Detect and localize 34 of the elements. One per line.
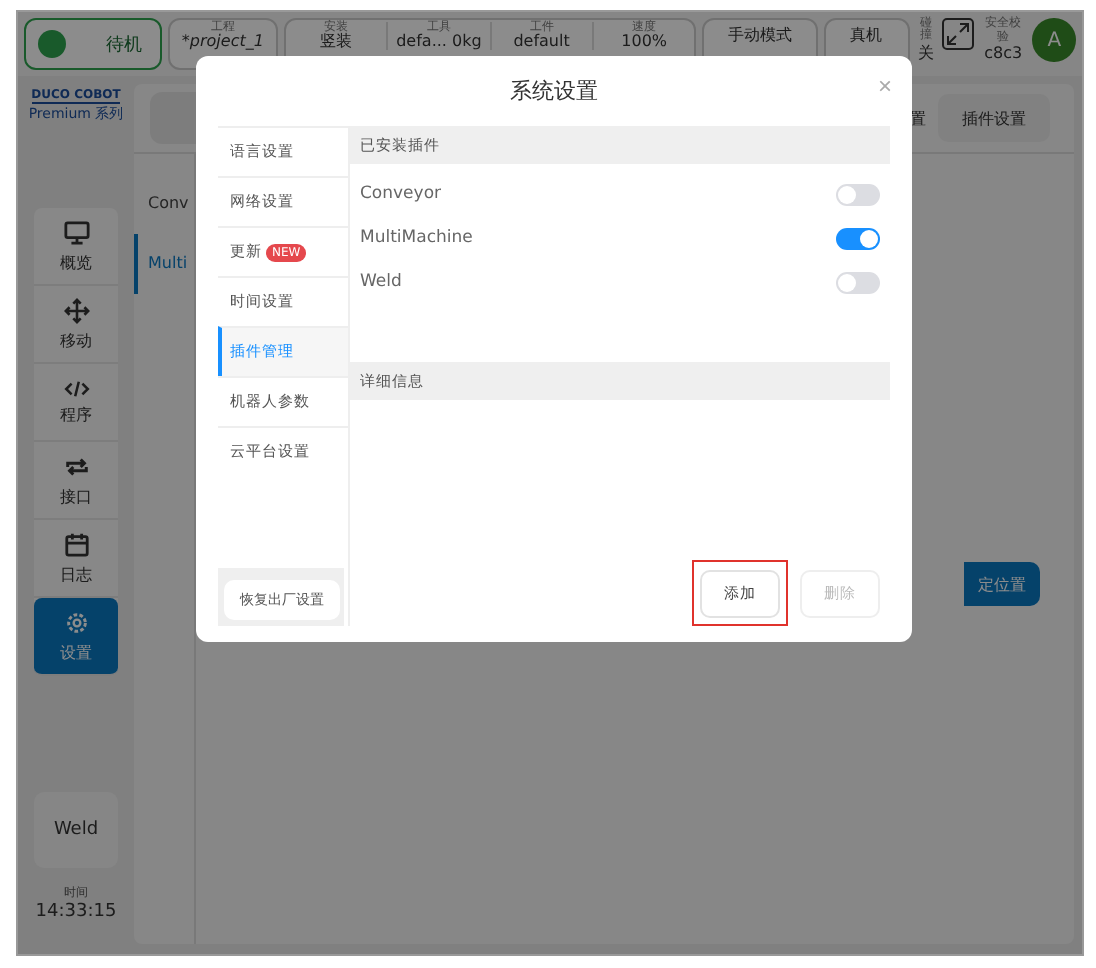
expand-icon[interactable]: [941, 18, 974, 50]
position-button[interactable]: 定位置: [964, 562, 1040, 606]
plugin-toggle[interactable]: [836, 183, 880, 205]
field-value: default: [513, 34, 570, 50]
nav-item[interactable]: 移动: [34, 286, 118, 364]
status-pill[interactable]: 待机: [24, 18, 162, 70]
repeat-icon: [63, 453, 89, 479]
header-button[interactable]: 置: [910, 94, 930, 142]
plugin-list-item[interactable]: Conv: [134, 174, 194, 234]
collision-value: 关: [917, 42, 934, 64]
nav-item[interactable]: 概览: [34, 208, 118, 286]
plugin-name: MultiMachine: [360, 228, 473, 248]
clock-time: 14:33:15: [35, 902, 117, 922]
plugin-name: Weld: [360, 272, 402, 292]
field-value: defa... 0kg: [396, 34, 482, 50]
plugin-name: Conveyor: [360, 184, 442, 204]
plugin-toggle[interactable]: [836, 271, 880, 293]
move-arrows-icon: [63, 297, 89, 323]
nav-item[interactable]: 接口: [34, 442, 118, 520]
field-value: 竖装: [320, 34, 353, 50]
code-icon: [63, 379, 89, 397]
status-indicator: [38, 30, 66, 58]
calendar-icon: [63, 531, 89, 557]
plugin-settings-button[interactable]: 插件设置: [938, 94, 1050, 142]
nav-item[interactable]: 设置: [34, 598, 118, 676]
user-avatar[interactable]: A: [1032, 18, 1076, 62]
nav-item[interactable]: 程序: [34, 364, 118, 442]
settings-icon: [63, 609, 89, 635]
monitor-icon: [63, 219, 89, 245]
field-value: 100%: [621, 34, 668, 50]
safety-value: c8c3: [984, 44, 1023, 63]
plugin-toggle[interactable]: [836, 227, 880, 249]
plugin-shortcut-button[interactable]: Weld: [34, 792, 118, 868]
dialog-title: 系统设置: [510, 76, 598, 106]
